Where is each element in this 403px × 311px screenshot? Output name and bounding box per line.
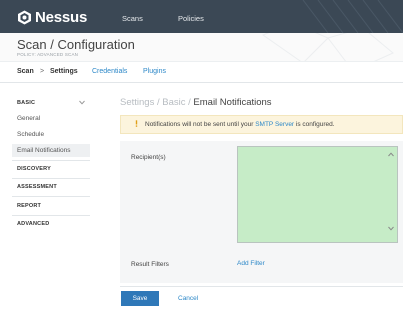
sidebar-divider <box>12 178 90 179</box>
sidebar-item-schedule[interactable]: Schedule <box>17 131 44 138</box>
breadcrumb-current: Email Notifications <box>193 97 272 108</box>
topnav-policies[interactable]: Policies <box>178 14 204 23</box>
tab-settings[interactable]: Settings <box>50 68 78 75</box>
sidebar-section-assessment[interactable]: ASSESSMENT <box>17 184 57 190</box>
recipients-label: Recipient(s) <box>131 154 166 161</box>
sidebar-divider <box>12 196 90 197</box>
sidebar-divider <box>12 215 90 216</box>
form-footer-divider <box>120 286 403 287</box>
alert-text-before: Notifications will not be sent until you… <box>145 121 256 128</box>
save-button[interactable]: Save <box>121 291 159 306</box>
scroll-down-icon[interactable] <box>388 226 394 233</box>
add-filter-link[interactable]: Add Filter <box>237 260 265 267</box>
nessus-logo-icon <box>17 10 32 25</box>
sidebar-section-report[interactable]: REPORT <box>17 203 41 209</box>
page-subtitle: POLICY: ADVANCED SCAN <box>17 52 79 57</box>
tab-credentials[interactable]: Credentials <box>92 68 127 75</box>
nessus-logo[interactable]: Nessus <box>17 9 87 26</box>
settings-breadcrumb: Settings / Basic / Email Notifications <box>120 97 272 108</box>
scroll-up-icon[interactable] <box>388 152 394 159</box>
tab-plugins[interactable]: Plugins <box>143 68 166 75</box>
sidebar-item-email-notifications[interactable]: Email Notifications <box>12 144 90 157</box>
page-title: Scan / Configuration <box>17 37 135 52</box>
breadcrumb-path: Settings / Basic / <box>120 97 194 108</box>
topnav-scans[interactable]: Scans <box>122 14 143 23</box>
smtp-warning-text: Notifications will not be sent until you… <box>145 121 335 128</box>
result-filters-label: Result Filters <box>131 261 169 268</box>
sidebar-section-basic[interactable]: BASIC <box>17 100 35 106</box>
sidebar-section-discovery[interactable]: DISCOVERY <box>17 166 51 172</box>
alert-text-after: is configured. <box>294 121 335 128</box>
smtp-server-link[interactable]: SMTP Server <box>255 121 294 128</box>
top-bar-decoration <box>283 0 403 33</box>
tab-scan[interactable]: Scan <box>17 68 34 75</box>
cancel-button[interactable]: Cancel <box>178 295 198 302</box>
warning-icon <box>133 120 140 127</box>
recipients-textarea[interactable] <box>237 146 398 243</box>
logo-text: Nessus <box>35 9 88 26</box>
sidebar-section-advanced[interactable]: ADVANCED <box>17 221 49 227</box>
sidebar-divider <box>12 160 90 161</box>
chevron-right-icon: > <box>40 68 45 75</box>
sidebar-item-general[interactable]: General <box>17 115 40 122</box>
chevron-down-icon[interactable] <box>79 100 85 107</box>
